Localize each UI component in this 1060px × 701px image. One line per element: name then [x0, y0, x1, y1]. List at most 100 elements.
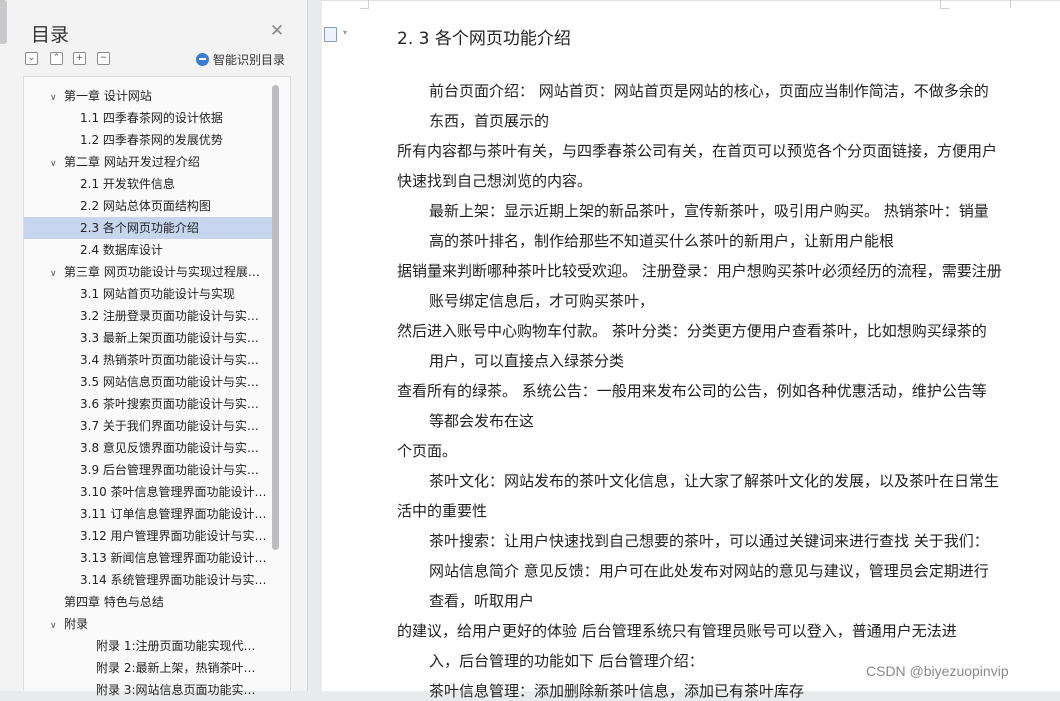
- smart-toc-button[interactable]: 智能识别目录: [196, 51, 285, 67]
- toc-item-label: 2.1 开发软件信息: [80, 177, 175, 191]
- toc-item-label: 2.4 数据库设计: [80, 243, 163, 257]
- chevron-down-icon[interactable]: ▾: [343, 28, 347, 37]
- document-text-line: 网站信息简介 意见反馈：用户可在此处发布对网站的意见与建议，管理员会定期进行: [429, 562, 989, 580]
- toc-section-item[interactable]: 3.11 订单信息管理界面功能设计…: [24, 503, 272, 525]
- toc-scrollbar[interactable]: [272, 85, 279, 550]
- toc-item-label: 附录 3:网站信息页面功能实…: [96, 683, 256, 697]
- toc-section-item[interactable]: 3.9 后台管理界面功能设计与实…: [24, 459, 272, 481]
- toc-item-label: 3.7 关于我们界面功能设计与实…: [80, 419, 259, 433]
- toc-section-item[interactable]: 3.7 关于我们界面功能设计与实…: [24, 415, 272, 437]
- toc-section-item[interactable]: 3.5 网站信息页面功能设计与实…: [24, 371, 272, 393]
- page-corner-mark: [1010, 0, 1011, 8]
- toc-section-item[interactable]: 附录 3:网站信息页面功能实…: [24, 679, 272, 701]
- toc-item-label: 3.14 系统管理界面功能设计与实…: [80, 573, 267, 587]
- document-text-line: 茶叶文化：网站发布的茶叶文化信息，让大家了解茶叶文化的发展，以及茶叶在日常生: [429, 472, 1000, 490]
- section-heading: 2. 3 各个网页功能介绍: [397, 29, 571, 49]
- document-text-line: 前台页面介绍： 网站首页：网站首页是网站的核心，页面应当制作简洁，不做多余的: [429, 82, 989, 100]
- chevron-down-icon[interactable]: ∨: [50, 615, 60, 635]
- toc-item-label: 第一章 设计网站: [64, 89, 152, 103]
- toc-item-label: 3.12 用户管理界面功能设计与实…: [80, 529, 267, 543]
- remove-entry-icon[interactable]: −: [97, 52, 110, 65]
- toc-list-panel: ∨ 第一章 设计网站 1.1 四季春茶网的设计依据 1.2 四季春茶网的发展优势 ∨ 第二…: [23, 76, 291, 697]
- document-text-line: 用户，可以直接点入绿茶分类: [429, 352, 625, 370]
- toc-chapter-item[interactable]: ∨ 第一章 设计网站: [24, 85, 272, 107]
- document-icon[interactable]: [324, 27, 337, 42]
- toc-section-item[interactable]: 3.6 茶叶搜索页面功能设计与实…: [24, 393, 272, 415]
- document-text-line: 茶叶搜索：让用户快速找到自己想要的茶叶，可以通过关键词来进行查找 关于我们：: [429, 532, 989, 550]
- document-text-line: 茶叶信息管理：添加删除新茶叶信息，添加已有茶叶库存: [429, 682, 805, 700]
- toc-section-item[interactable]: 3.3 最新上架页面功能设计与实…: [24, 327, 272, 349]
- document-text-line: 最新上架：显示近期上架的新品茶叶，宣传新茶叶，吸引用户购买。 热销茶叶：销量: [429, 202, 989, 220]
- toc-item-label: 3.8 意见反馈界面功能设计与实…: [80, 441, 259, 455]
- toc-item-label: 3.1 网站首页功能设计与实现: [80, 287, 235, 301]
- toc-section-item[interactable]: 3.14 系统管理界面功能设计与实…: [24, 569, 272, 591]
- page-corner-mark: [940, 0, 949, 9]
- toc-section-item[interactable]: 2.2 网站总体页面结构图: [24, 195, 272, 217]
- toc-item-label: 3.4 热销茶叶页面功能设计与实…: [80, 353, 259, 367]
- document-text-line: 活中的重要性: [397, 502, 488, 520]
- toc-section-item[interactable]: 3.4 热销茶叶页面功能设计与实…: [24, 349, 272, 371]
- toc-item-label: 1.1 四季春茶网的设计依据: [80, 111, 223, 125]
- pane-scroll-handle[interactable]: [0, 0, 7, 44]
- document-text-line: 入，后台管理的功能如下 后台管理介绍：: [429, 652, 704, 670]
- toc-item-label: 3.10 茶叶信息管理界面功能设计…: [80, 485, 267, 499]
- document-text-line: 快速找到自己想浏览的内容。: [397, 172, 593, 190]
- toc-item-label: 3.5 网站信息页面功能设计与实…: [80, 375, 259, 389]
- page-top-border: [322, 0, 1060, 1]
- toc-chapter-item[interactable]: 第四章 特色与总结: [24, 591, 272, 613]
- toc-title: 目录: [31, 24, 70, 46]
- toc-item-label: 3.2 注册登录页面功能设计与实…: [80, 309, 259, 323]
- toc-section-item[interactable]: 2.4 数据库设计: [24, 239, 272, 261]
- chevron-down-icon[interactable]: ∨: [50, 263, 60, 283]
- toc-section-item[interactable]: 2.1 开发软件信息: [24, 173, 272, 195]
- toc-section-item[interactable]: 附录 1:注册页面功能实现代…: [24, 635, 272, 657]
- document-text-line: 据销量来判断哪种茶叶比较受欢迎。 注册登录：用户想购买茶叶必须经历的流程，需要注…: [397, 262, 1002, 280]
- add-entry-icon[interactable]: +: [73, 52, 86, 65]
- toc-section-item[interactable]: 3.13 新闻信息管理界面功能设计…: [24, 547, 272, 569]
- chevron-down-icon[interactable]: ∨: [50, 87, 60, 107]
- toc-item-label: 3.9 后台管理界面功能设计与实…: [80, 463, 259, 477]
- toc-chapter-item[interactable]: ∨ 第三章 网页功能设计与实现过程展…: [24, 261, 272, 283]
- toc-item-label: 附录 2:最新上架，热销茶叶…: [96, 661, 256, 675]
- document-text-line: 等都会发布在这: [429, 412, 535, 430]
- toc-section-item[interactable]: 1.2 四季春茶网的发展优势: [24, 129, 272, 151]
- toc-item-label: 第四章 特色与总结: [64, 595, 164, 609]
- toc-section-item[interactable]: 2.3 各个网页功能介绍: [24, 217, 272, 239]
- toc-item-label: 3.6 茶叶搜索页面功能设计与实…: [80, 397, 259, 411]
- page-corner-mark: [360, 0, 369, 9]
- expand-all-icon[interactable]: ⌃: [50, 52, 63, 65]
- toc-item-label: 2.2 网站总体页面结构图: [80, 199, 211, 213]
- document-text-line: 东西，首页展示的: [429, 112, 550, 130]
- close-icon[interactable]: ✕: [268, 22, 286, 40]
- toc-section-item[interactable]: 3.8 意见反馈界面功能设计与实…: [24, 437, 272, 459]
- smart-toc-label: 智能识别目录: [213, 52, 286, 67]
- toc-section-item[interactable]: 3.12 用户管理界面功能设计与实…: [24, 525, 272, 547]
- toc-item-label: 3.3 最新上架页面功能设计与实…: [80, 331, 259, 345]
- document-text-line: 查看，听取用户: [429, 592, 535, 610]
- collapse-all-icon[interactable]: ⌄: [25, 52, 38, 65]
- toc-item-label: 第二章 网站开发过程介绍: [64, 155, 200, 169]
- toc-item-label: 1.2 四季春茶网的发展优势: [80, 133, 223, 147]
- document-text-line: 账号绑定信息后，才可购买茶叶，: [429, 292, 655, 310]
- toc-section-item[interactable]: 3.1 网站首页功能设计与实现: [24, 283, 272, 305]
- document-text-line: 所有内容都与茶叶有关，与四季春茶公司有关，在首页可以预览各个分页面链接，方便用户: [397, 142, 998, 160]
- toc-section-item[interactable]: 3.10 茶叶信息管理界面功能设计…: [24, 481, 272, 503]
- toc-chapter-item[interactable]: ∨ 第二章 网站开发过程介绍: [24, 151, 272, 173]
- chevron-down-icon[interactable]: ∨: [50, 153, 60, 173]
- toc-chapter-item[interactable]: ∨ 附录: [24, 613, 272, 635]
- toc-item-label: 第三章 网页功能设计与实现过程展…: [64, 265, 260, 279]
- toc-item-label: 2.3 各个网页功能介绍: [80, 221, 199, 235]
- toc-section-item[interactable]: 1.1 四季春茶网的设计依据: [24, 107, 272, 129]
- document-text-line: 查看所有的绿茶。 系统公告：一般用来发布公司的公告，例如各种优惠活动，维护公告等: [397, 382, 987, 400]
- smart-toc-icon: [196, 52, 209, 66]
- toc-item-label: 附录: [64, 617, 89, 631]
- toc-section-item[interactable]: 附录 2:最新上架，热销茶叶…: [24, 657, 272, 679]
- toc-section-item[interactable]: 3.2 注册登录页面功能设计与实…: [24, 305, 272, 327]
- toc-item-label: 附录 1:注册页面功能实现代…: [96, 639, 256, 653]
- document-text-line: 个页面。: [397, 442, 458, 460]
- document-page: [322, 0, 1060, 691]
- watermark: CSDN @biyezuopinvip: [866, 663, 1009, 679]
- toc-item-label: 3.11 订单信息管理界面功能设计…: [80, 507, 267, 521]
- document-text-line: 的建议，给用户更好的体验 后台管理系统只有管理员账号可以登入，普通用户无法进: [397, 622, 957, 640]
- toc-pane: 目录 ✕ ⌄ ⌃ + − 智能识别目录 ∨ 第一章 设计网站 1.1 四季春茶网的设…: [0, 0, 308, 697]
